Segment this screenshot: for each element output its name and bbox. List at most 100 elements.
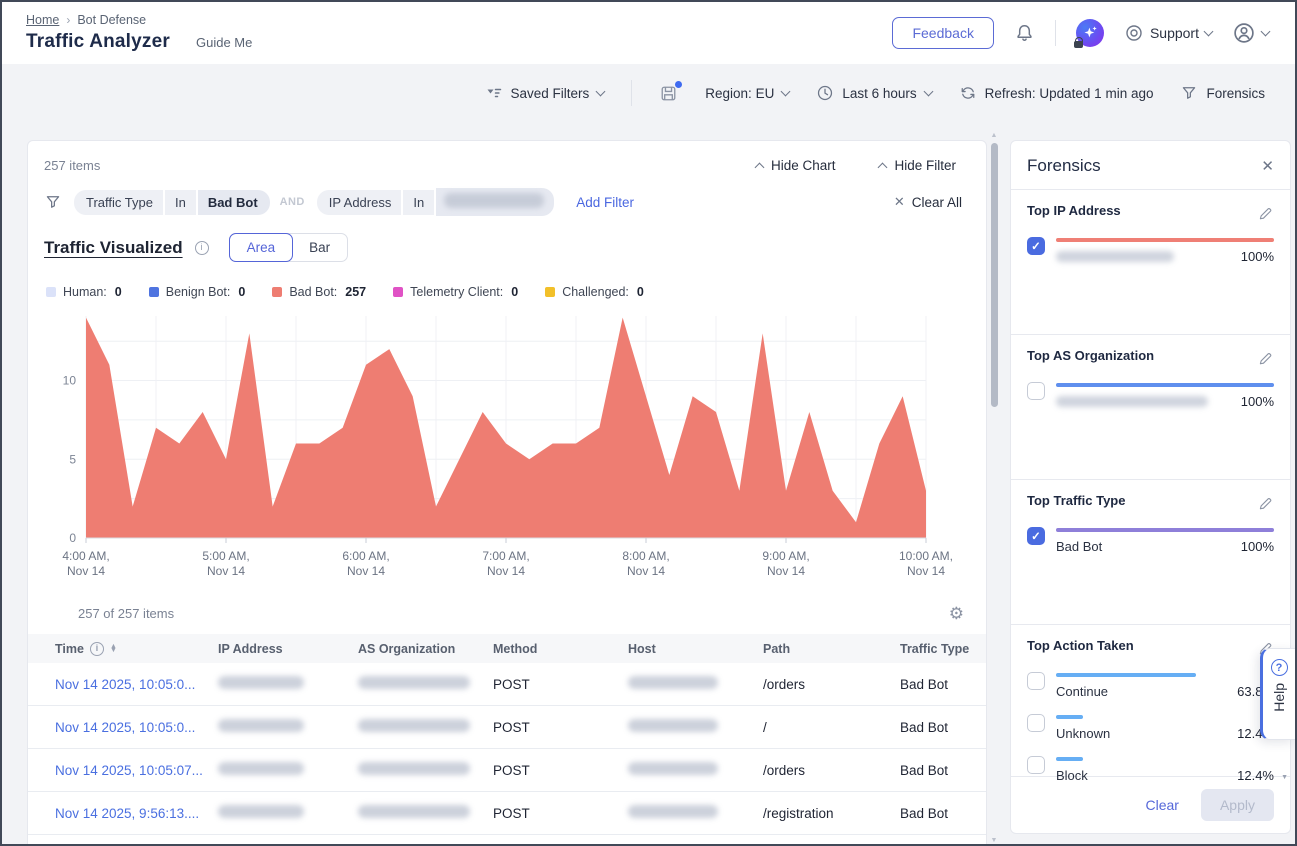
support-menu[interactable]: Support xyxy=(1124,23,1212,43)
row-time-link[interactable]: Nov 14 2025, 10:05:0... xyxy=(55,677,218,692)
forensics-toggle[interactable]: Forensics xyxy=(1180,84,1265,102)
scroll-down-icon[interactable]: ▼ xyxy=(991,837,998,844)
account-menu[interactable] xyxy=(1232,21,1269,45)
filter-chip-ip-address[interactable]: IP Address In xyxy=(317,188,554,216)
row-time-link[interactable]: Nov 14 2025, 10:05:0... xyxy=(55,720,218,735)
legend-count: 0 xyxy=(238,285,245,299)
row-time-link[interactable]: Nov 14 2025, 9:56:13.... xyxy=(55,806,218,821)
saved-filters-dropdown[interactable]: Saved Filters xyxy=(485,85,605,101)
edit-pencil-icon[interactable] xyxy=(1257,205,1274,222)
forensics-item-label-row: Block12.4% xyxy=(1056,768,1274,783)
table-summary: 257 of 257 items xyxy=(78,606,174,621)
legend-label: Telemetry Client: xyxy=(410,285,503,299)
hide-filter-button[interactable]: Hide Filter xyxy=(879,158,956,173)
chevron-up-icon xyxy=(755,163,765,173)
column-header-path[interactable]: Path xyxy=(763,642,900,656)
forensics-title: Forensics xyxy=(1027,156,1101,176)
time-range-dropdown[interactable]: Last 6 hours xyxy=(816,84,931,102)
column-header-traffic-type[interactable]: Traffic Type xyxy=(900,642,986,656)
checkbox[interactable] xyxy=(1027,672,1045,690)
column-header-label: Time xyxy=(55,642,84,656)
forensics-panel: Forensics ✕ Top IP Address100%Top AS Org… xyxy=(1010,140,1291,834)
chip-operator: In xyxy=(165,190,196,215)
filter-chip-traffic-type[interactable]: Traffic Type In Bad Bot xyxy=(74,190,270,215)
table-row[interactable]: Nov 14 2025, 10:05:07...POST/ordersBad B… xyxy=(28,749,986,792)
legend-label: Bad Bot: xyxy=(289,285,337,299)
sort-icon[interactable]: ▲▼ xyxy=(110,645,117,653)
row-ip-redacted xyxy=(218,676,358,692)
scroll-up-icon[interactable]: ▲ xyxy=(991,132,998,139)
percentage-bar xyxy=(1056,528,1274,532)
traffic-visualized-title[interactable]: Traffic Visualized xyxy=(44,238,183,258)
clear-all-button[interactable]: ✕ Clear All xyxy=(894,194,962,210)
legend-swatch-icon xyxy=(46,287,56,297)
top-bar: Home › Bot Defense Traffic Analyzer Guid… xyxy=(2,2,1295,64)
row-method: POST xyxy=(493,720,628,735)
toolbar-divider xyxy=(631,80,632,106)
row-host-redacted xyxy=(628,719,763,735)
column-header-ip-address[interactable]: IP Address xyxy=(218,642,358,656)
forensics-apply-button[interactable]: Apply xyxy=(1201,789,1274,821)
page: Home › Bot Defense Traffic Analyzer Guid… xyxy=(0,0,1297,846)
checkbox[interactable] xyxy=(1027,756,1045,774)
edit-pencil-icon[interactable] xyxy=(1257,495,1274,512)
percentage-bar xyxy=(1056,715,1083,719)
scrollbar-thumb[interactable] xyxy=(991,143,998,407)
checkbox[interactable] xyxy=(1027,382,1045,400)
row-ip-redacted xyxy=(218,762,358,778)
info-icon[interactable] xyxy=(90,642,104,656)
scroll-down-icon[interactable]: ▼ xyxy=(1281,774,1288,781)
info-icon[interactable] xyxy=(195,241,209,255)
row-path: /registration xyxy=(763,806,900,821)
main-scrollbar[interactable]: ▲ ▼ xyxy=(988,132,1000,844)
percentage-bar xyxy=(1056,383,1274,387)
forensics-item-body: Block12.4% xyxy=(1056,755,1274,783)
refresh-button[interactable]: Refresh: Updated 1 min ago xyxy=(959,84,1154,102)
breadcrumb-home-link[interactable]: Home xyxy=(26,13,59,27)
column-header-time[interactable]: Time ▲▼ xyxy=(55,642,218,656)
chart-legend: Human:0Benign Bot:0Bad Bot:257Telemetry … xyxy=(28,285,986,299)
chevron-down-icon xyxy=(781,87,791,97)
y-axis-tick-label: 5 xyxy=(69,452,76,466)
save-filter-button[interactable] xyxy=(659,84,678,103)
legend-count: 0 xyxy=(511,285,518,299)
table-row[interactable]: Nov 14 2025, 10:05:0...POST/ordersBad Bo… xyxy=(28,663,986,706)
column-header-host[interactable]: Host xyxy=(628,642,763,656)
row-time-link[interactable]: Nov 14 2025, 10:05:07... xyxy=(55,763,218,778)
table-settings-gear-icon[interactable]: ⚙ xyxy=(949,605,964,622)
table-row[interactable]: Nov 14 2025, 9:56:13....POST/registratio… xyxy=(28,792,986,835)
ai-assistant-icon[interactable] xyxy=(1076,19,1104,47)
percentage-bar xyxy=(1056,757,1083,761)
forensics-item-label-row: Continue63.8% xyxy=(1056,684,1274,699)
help-tab[interactable]: Help xyxy=(1260,648,1295,740)
legend-label: Benign Bot: xyxy=(166,285,231,299)
chart-type-area-button[interactable]: Area xyxy=(229,233,294,262)
column-header-method[interactable]: Method xyxy=(493,642,628,656)
forensics-close-icon[interactable]: ✕ xyxy=(1261,157,1274,175)
forensics-item: 100% xyxy=(1027,236,1274,264)
forensics-item-body: 100% xyxy=(1056,236,1274,264)
forensics-item-label: Unknown xyxy=(1056,726,1110,741)
add-filter-button[interactable]: Add Filter xyxy=(576,195,634,210)
guide-me-link[interactable]: Guide Me xyxy=(196,35,252,50)
column-header-as-organization[interactable]: AS Organization xyxy=(358,642,493,656)
chart-type-bar-button[interactable]: Bar xyxy=(292,234,347,261)
x-axis-tick-label: 10:00 AM,Nov 14 xyxy=(899,549,953,578)
row-traffic-type: Bad Bot xyxy=(900,806,986,821)
legend-item: Benign Bot: 0 xyxy=(149,285,246,299)
checkbox-checked[interactable] xyxy=(1027,527,1045,545)
refresh-icon xyxy=(959,84,977,102)
chip-field: Traffic Type xyxy=(74,190,163,215)
forensics-clear-button[interactable]: Clear xyxy=(1146,797,1179,813)
forensics-section-title: Top Traffic Type xyxy=(1027,493,1125,508)
checkbox-checked[interactable] xyxy=(1027,237,1045,255)
x-axis-tick-label: 9:00 AM,Nov 14 xyxy=(762,549,809,578)
hide-chart-button[interactable]: Hide Chart xyxy=(756,158,836,173)
checkbox[interactable] xyxy=(1027,714,1045,732)
feedback-button[interactable]: Feedback xyxy=(892,17,993,49)
notifications-bell-icon[interactable] xyxy=(1014,23,1035,44)
table-row[interactable]: Nov 14 2025, 10:05:0...POST/Bad Bot xyxy=(28,706,986,749)
region-dropdown[interactable]: Region: EU xyxy=(705,86,789,101)
edit-pencil-icon[interactable] xyxy=(1257,350,1274,367)
traffic-area-chart[interactable]: 05104:00 AM,Nov 145:00 AM,Nov 146:00 AM,… xyxy=(28,308,986,591)
